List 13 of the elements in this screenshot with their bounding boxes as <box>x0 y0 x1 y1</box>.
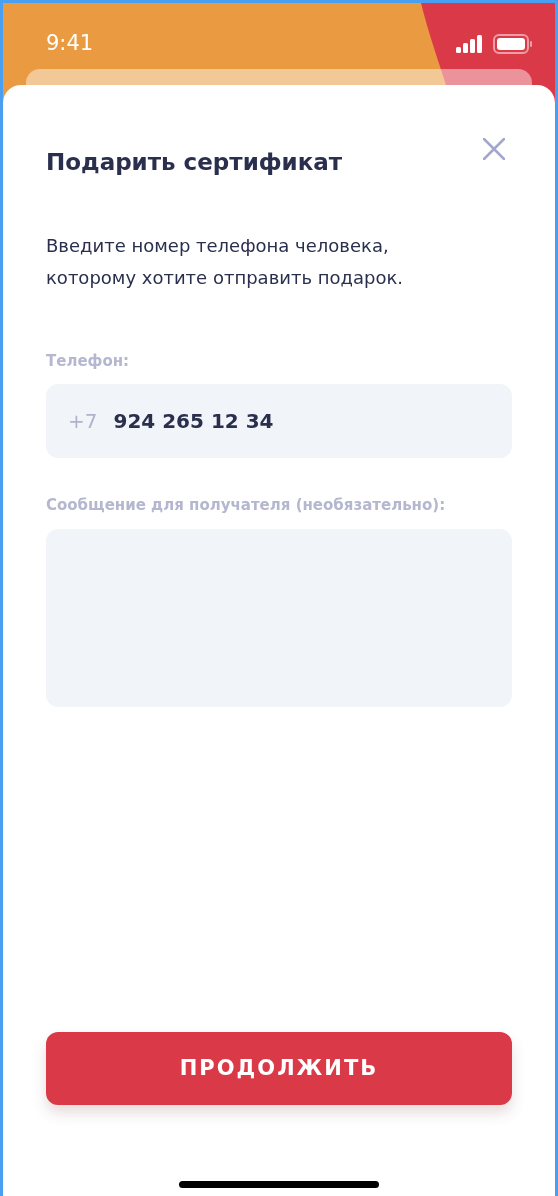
close-icon <box>483 138 505 160</box>
field-label: Сообщение для получателя (необязательно): <box>46 495 447 516</box>
sheet-title: Подарить сертификат <box>46 148 343 177</box>
status-time: 9:41 <box>46 30 94 58</box>
description-text: Введите номер телефона человека, которому хотите отправить подарок. <box>46 233 405 290</box>
close-button[interactable] <box>480 135 508 163</box>
country-code: +7 <box>68 408 98 435</box>
battery-icon <box>493 34 533 54</box>
signal-icon <box>456 35 483 53</box>
phone-field[interactable]: +7 924 265 12 34 <box>46 384 512 458</box>
field-label: Телефон: <box>46 350 131 372</box>
continue-button[interactable]: ПРОДОЛЖИТЬ <box>46 1032 512 1105</box>
phone-value: 924 265 12 34 <box>113 408 274 435</box>
